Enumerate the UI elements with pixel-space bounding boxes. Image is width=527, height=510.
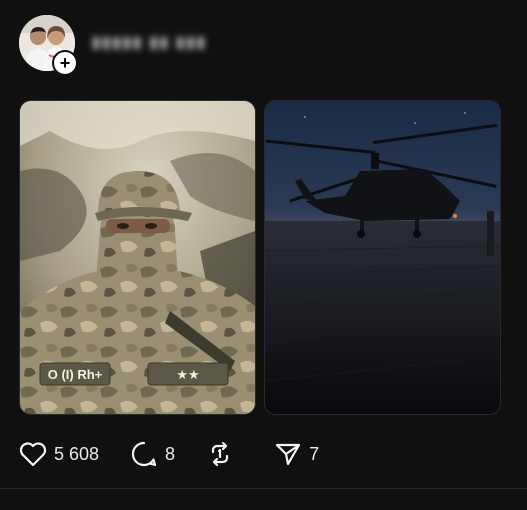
comment-count: 8: [165, 443, 176, 464]
divider: [0, 488, 527, 489]
repost-icon: [205, 439, 235, 469]
share-count: 7: [309, 443, 320, 464]
repost-button[interactable]: [205, 439, 235, 469]
like-count: 5 608: [54, 443, 100, 464]
follow-button[interactable]: +: [52, 50, 78, 76]
media-image-helicopter[interactable]: [264, 100, 501, 415]
send-icon: [273, 439, 303, 469]
rank-patch: ★★: [176, 368, 199, 383]
blood-type-patch: O (I) Rh+: [48, 367, 103, 382]
share-button[interactable]: 7: [273, 439, 319, 469]
heart-icon: [18, 439, 48, 469]
plus-icon: +: [59, 53, 71, 73]
comment-button[interactable]: 8: [129, 439, 175, 469]
post-card: + ▮▮▮▮▮ ▮▮ ▮▮▮ O (I) Rh+ ★★ 5 608 8 7: [0, 0, 527, 510]
comment-icon: [129, 439, 159, 469]
username[interactable]: ▮▮▮▮▮ ▮▮ ▮▮▮: [92, 33, 262, 51]
action-bar: 5 608 8 7: [18, 438, 349, 470]
author-avatar-wrap[interactable]: +: [19, 15, 78, 76]
like-button[interactable]: 5 608: [18, 439, 99, 469]
media-image-selfie[interactable]: O (I) Rh+ ★★: [19, 100, 256, 415]
